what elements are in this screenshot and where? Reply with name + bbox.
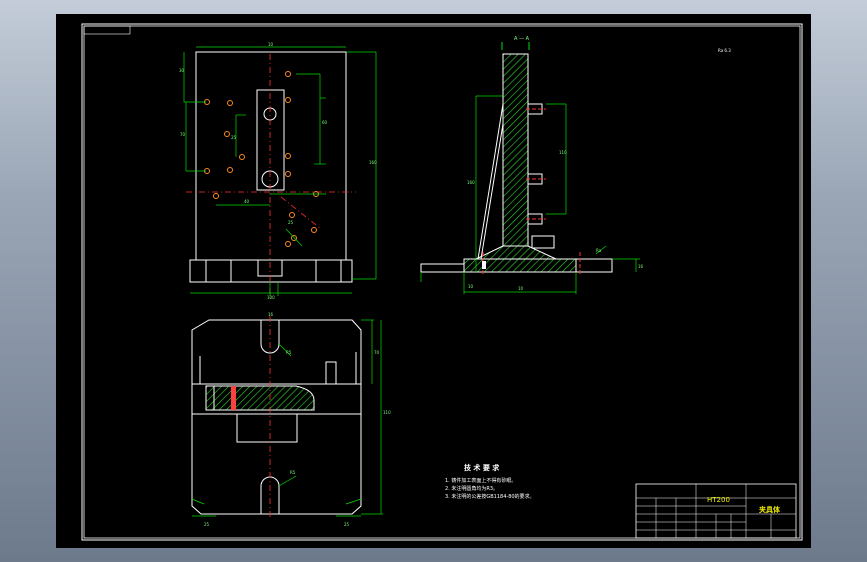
svg-text:70: 70 bbox=[180, 132, 186, 137]
svg-text:100: 100 bbox=[267, 295, 275, 300]
svg-text:70: 70 bbox=[374, 350, 380, 355]
drawing-sheet: 10 30 70 25 60 160 100 40 25 A — A 160 1… bbox=[56, 14, 811, 548]
title-block: HT200 夹具体 bbox=[635, 483, 797, 539]
svg-text:25: 25 bbox=[204, 522, 210, 527]
top-view: 16 70 110 25 25 R5 R5 bbox=[191, 312, 391, 527]
section-label: A — A bbox=[514, 36, 530, 42]
svg-text:110: 110 bbox=[559, 150, 567, 155]
svg-text:Ra: Ra bbox=[596, 248, 602, 253]
tech-req-item-2: 2. 未注明圆角均为R3。 bbox=[445, 485, 498, 492]
svg-text:16: 16 bbox=[268, 312, 274, 317]
svg-text:60: 60 bbox=[322, 120, 328, 125]
tech-requirements: 技 术 要 求 1. 铸件加工表面上不得有砂眼。 2. 未注明圆角均为R3。 3… bbox=[445, 463, 535, 500]
svg-text:160: 160 bbox=[369, 160, 377, 165]
tech-req-title: 技 术 要 求 bbox=[464, 463, 500, 472]
corner-tag bbox=[83, 25, 131, 35]
svg-text:25: 25 bbox=[344, 522, 350, 527]
svg-text:10: 10 bbox=[518, 286, 524, 291]
tech-req-item-3: 3. 未注明的公差按GB1184-80的要求。 bbox=[445, 493, 535, 500]
surface-symbol: Ra 6.3 bbox=[718, 48, 731, 53]
svg-text:25: 25 bbox=[288, 220, 294, 225]
svg-text:R5: R5 bbox=[290, 470, 296, 475]
svg-text:110: 110 bbox=[383, 410, 391, 415]
svg-text:25: 25 bbox=[231, 135, 237, 140]
cad-drawing: 10 30 70 25 60 160 100 40 25 A — A 160 1… bbox=[81, 23, 803, 541]
material-text: HT200 bbox=[707, 496, 730, 504]
svg-text:160: 160 bbox=[467, 180, 475, 185]
svg-text:10: 10 bbox=[468, 284, 474, 289]
svg-text:10: 10 bbox=[268, 42, 274, 47]
section-view: A — A 160 110 10 10 Ra 16 bbox=[420, 36, 644, 294]
svg-text:30: 30 bbox=[179, 68, 185, 73]
part-name-text: 夹具体 bbox=[759, 505, 781, 514]
svg-text:R5: R5 bbox=[286, 350, 292, 355]
svg-text:16: 16 bbox=[638, 264, 644, 269]
tech-req-item-1: 1. 铸件加工表面上不得有砂眼。 bbox=[445, 477, 516, 484]
svg-text:40: 40 bbox=[244, 199, 250, 204]
front-view: 10 30 70 25 60 160 100 40 25 bbox=[179, 42, 377, 300]
